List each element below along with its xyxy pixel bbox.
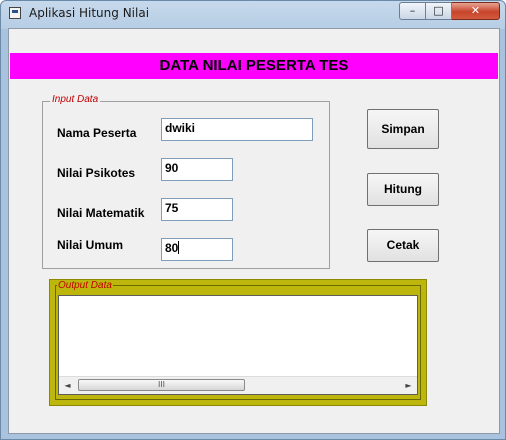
form-client-area: DATA NILAI PESERTA TES Input Data Nama P… — [8, 28, 500, 434]
scroll-right-icon[interactable]: ► — [400, 377, 417, 394]
nilai-matematik-input[interactable]: 75 — [161, 198, 233, 221]
simpan-button[interactable]: Simpan — [367, 109, 439, 149]
nilai-umum-input[interactable]: 80 — [161, 238, 233, 261]
maximize-button[interactable]: □ — [426, 2, 452, 20]
scroll-left-icon[interactable]: ◄ — [59, 377, 76, 394]
horizontal-scrollbar[interactable]: ◄ III ► — [59, 376, 417, 394]
output-data-frame: Output Data ◄ III ► — [49, 279, 427, 406]
scroll-thumb[interactable]: III — [78, 379, 245, 391]
nilai-matematik-label: Nilai Matematik — [57, 206, 145, 220]
title-bar[interactable]: Aplikasi Hitung Nilai – □ ✕ — [1, 1, 505, 28]
nilai-umum-label: Nilai Umum — [57, 238, 124, 252]
app-window-icon[interactable] — [9, 7, 21, 19]
nama-peserta-input[interactable]: dwiki — [161, 118, 313, 141]
output-list[interactable]: ◄ III ► — [58, 295, 418, 395]
input-data-legend: Input Data — [50, 94, 101, 105]
nilai-umum-value: 80 — [165, 241, 179, 255]
cetak-button[interactable]: Cetak — [367, 229, 439, 262]
page-title: DATA NILAI PESERTA TES — [10, 53, 498, 79]
nama-peserta-label: Nama Peserta — [57, 126, 137, 140]
window-title: Aplikasi Hitung Nilai — [29, 6, 150, 20]
close-button[interactable]: ✕ — [452, 2, 500, 20]
app-window: Aplikasi Hitung Nilai – □ ✕ DATA NILAI P… — [0, 0, 506, 440]
hitung-button[interactable]: Hitung — [367, 173, 439, 206]
minimize-button[interactable]: – — [399, 2, 426, 20]
nilai-psikotes-input[interactable]: 90 — [161, 158, 233, 181]
output-data-legend: Output Data — [57, 280, 113, 291]
nilai-psikotes-label: Nilai Psikotes — [57, 166, 136, 180]
text-caret — [178, 241, 180, 254]
